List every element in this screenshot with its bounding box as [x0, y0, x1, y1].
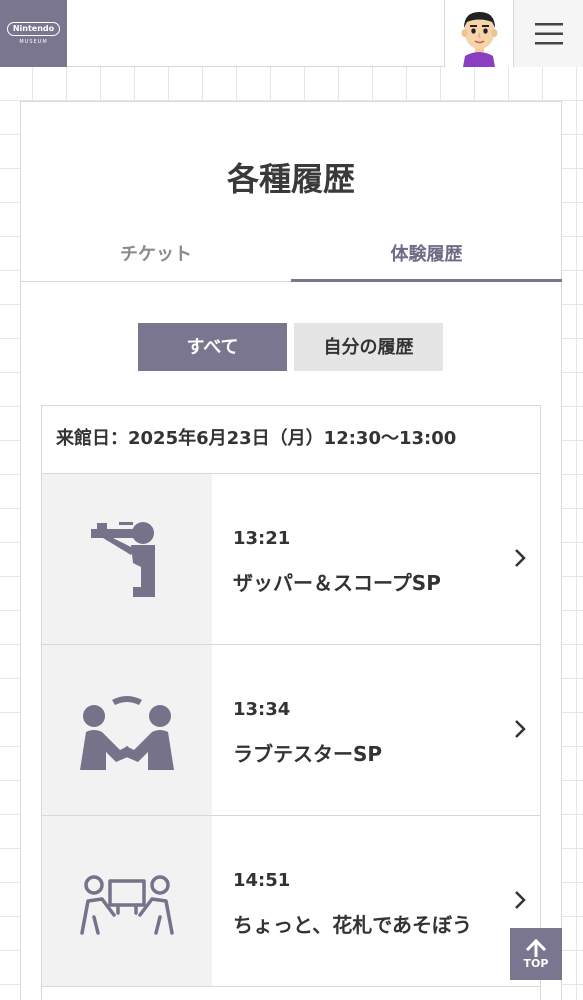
entry-icon-panel: [42, 645, 212, 815]
love-tester-icon: [80, 696, 174, 770]
logo-text: Nintendo: [6, 22, 61, 36]
history-entry[interactable]: 14:51 ちょっと、花札であそぼう: [42, 816, 540, 987]
zapper-scope-icon: [91, 522, 155, 597]
entry-time: 14:51: [233, 870, 291, 891]
hanafuda-icon: [80, 875, 174, 935]
history-entry[interactable]: 13:21 ザッパー＆スコープSP: [42, 474, 540, 645]
back-to-top-button[interactable]: TOP: [510, 928, 562, 980]
nintendo-museum-logo[interactable]: Nintendo MUSEUM: [0, 0, 67, 67]
history-entry[interactable]: 13:34 ラブテスターSP: [42, 645, 540, 816]
history-card: 各種履歴 チケット 体験履歴 すべて 自分の履歴 来館日：2025年6月23日（…: [20, 101, 562, 1000]
chevron-right-icon: [515, 549, 526, 567]
site-header: Nintendo MUSEUM: [0, 0, 583, 67]
visit-date: 来館日：2025年6月23日（月）12:30〜13:00: [42, 406, 540, 474]
mii-avatar-icon: [461, 12, 498, 67]
hamburger-menu-icon: [534, 22, 563, 44]
entry-title: ラブテスターSP: [233, 742, 383, 766]
tab-experience-history[interactable]: 体験履歴: [291, 240, 562, 282]
tab-ticket[interactable]: チケット: [21, 240, 291, 282]
entry-icon-panel: [42, 816, 212, 986]
visit-history-list: 来館日：2025年6月23日（月）12:30〜13:00 13:21 ザッパー＆…: [41, 405, 541, 1000]
chevron-right-icon: [515, 720, 526, 738]
arrow-up-icon: [526, 938, 546, 957]
filter-all-button[interactable]: すべて: [138, 323, 287, 371]
entry-title: ちょっと、花札であそぼう: [233, 913, 472, 937]
avatar-button[interactable]: [444, 0, 513, 67]
entry-time: 13:21: [233, 528, 291, 549]
entry-title: ザッパー＆スコープSP: [233, 571, 441, 595]
logo-subtext: MUSEUM: [19, 39, 48, 45]
filter-my-history-button[interactable]: 自分の履歴: [294, 323, 443, 371]
entry-time: 13:34: [233, 699, 291, 720]
top-label: TOP: [523, 956, 549, 970]
chevron-right-icon: [515, 891, 526, 909]
page-title: 各種履歴: [226, 160, 355, 198]
entry-icon-panel: [42, 474, 212, 644]
menu-button[interactable]: [513, 0, 583, 67]
